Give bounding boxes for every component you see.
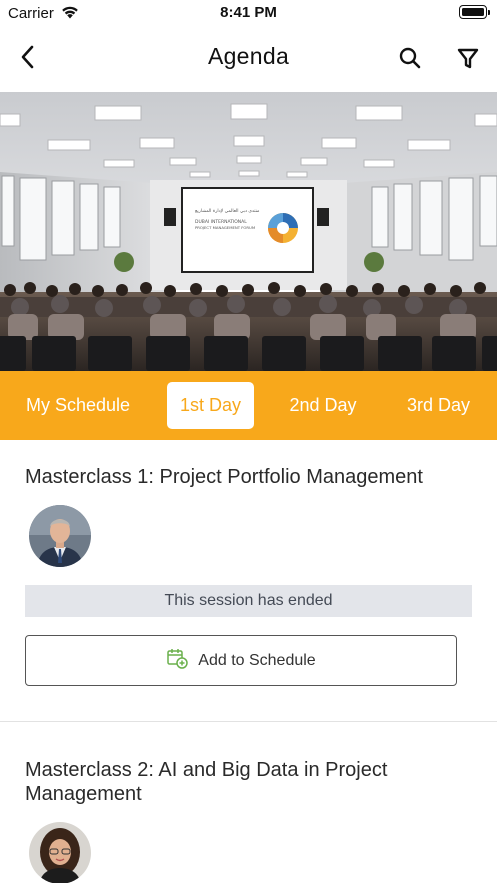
divider (0, 721, 497, 722)
speaker-avatar[interactable] (29, 822, 91, 883)
search-button[interactable] (396, 44, 424, 72)
status-time: 8:41 PM (220, 4, 277, 21)
hero-image: منتدى دبي العالمي لإدارة المشاريع DUBAI … (0, 92, 497, 371)
add-to-schedule-label: Add to Schedule (198, 651, 316, 669)
session-title[interactable]: Masterclass 2: AI and Big Data in Projec… (25, 758, 445, 806)
filter-icon (454, 48, 482, 77)
search-icon (396, 47, 424, 76)
session-title[interactable]: Masterclass 1: Project Portfolio Managem… (25, 465, 475, 489)
session-ended-banner: This session has ended (25, 585, 472, 617)
navigation-bar: Agenda (0, 26, 497, 92)
screen-text-line2: PROJECT MANAGEMENT FORUM (195, 225, 255, 230)
day-tabs: My Schedule 1st Day 2nd Day 3rd Day (0, 371, 497, 440)
screen-arabic-text: منتدى دبي العالمي لإدارة المشاريع (195, 209, 260, 214)
add-to-schedule-button[interactable]: Add to Schedule (25, 635, 457, 686)
calendar-add-icon (166, 647, 189, 674)
status-bar: Carrier 8:41 PM (0, 0, 497, 26)
tab-2nd-day[interactable]: 2nd Day (280, 382, 366, 429)
forum-logo (268, 213, 298, 243)
speaker-avatar[interactable] (29, 505, 91, 567)
tab-3rd-day[interactable]: 3rd Day (397, 382, 480, 429)
filter-button[interactable] (454, 45, 482, 73)
tab-my-schedule[interactable]: My Schedule (14, 382, 142, 429)
tab-1st-day[interactable]: 1st Day (167, 382, 254, 429)
battery-icon (459, 5, 490, 19)
